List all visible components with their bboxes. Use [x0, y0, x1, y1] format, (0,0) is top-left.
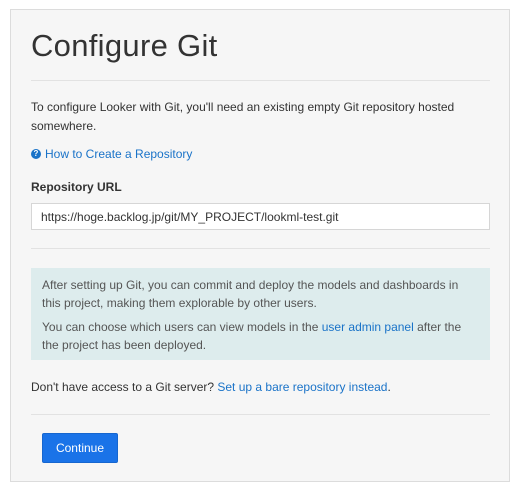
intro-text: To configure Looker with Git, you'll nee…	[31, 100, 455, 133]
info-paragraph-1: After setting up Git, you can commit and…	[42, 278, 459, 310]
title-divider	[31, 80, 490, 81]
repository-url-label: Repository URL	[31, 180, 122, 194]
footer-divider	[31, 414, 490, 415]
page-title: Configure Git	[31, 28, 218, 63]
configure-git-panel: Configure Git To configure Looker with G…	[10, 9, 510, 482]
question-circle-icon: ?	[31, 149, 41, 159]
no-access-suffix: .	[387, 380, 391, 394]
how-to-link-label: How to Create a Repository	[45, 147, 193, 161]
bare-repository-link[interactable]: Set up a bare repository instead	[217, 380, 387, 394]
info-paragraph-2: You can choose which users can view mode…	[42, 318, 479, 354]
info-box: After setting up Git, you can commit and…	[31, 268, 490, 360]
info-paragraph-2-prefix: You can choose which users can view mode…	[42, 320, 322, 334]
continue-button[interactable]: Continue	[42, 433, 118, 463]
section-divider	[31, 248, 490, 249]
repository-url-input[interactable]	[31, 203, 490, 230]
user-admin-panel-link[interactable]: user admin panel	[322, 320, 414, 334]
how-to-create-repository-link[interactable]: ? How to Create a Repository	[31, 147, 192, 161]
no-access-text: Don't have access to a Git server? Set u…	[31, 380, 391, 394]
no-access-prefix: Don't have access to a Git server?	[31, 380, 218, 394]
